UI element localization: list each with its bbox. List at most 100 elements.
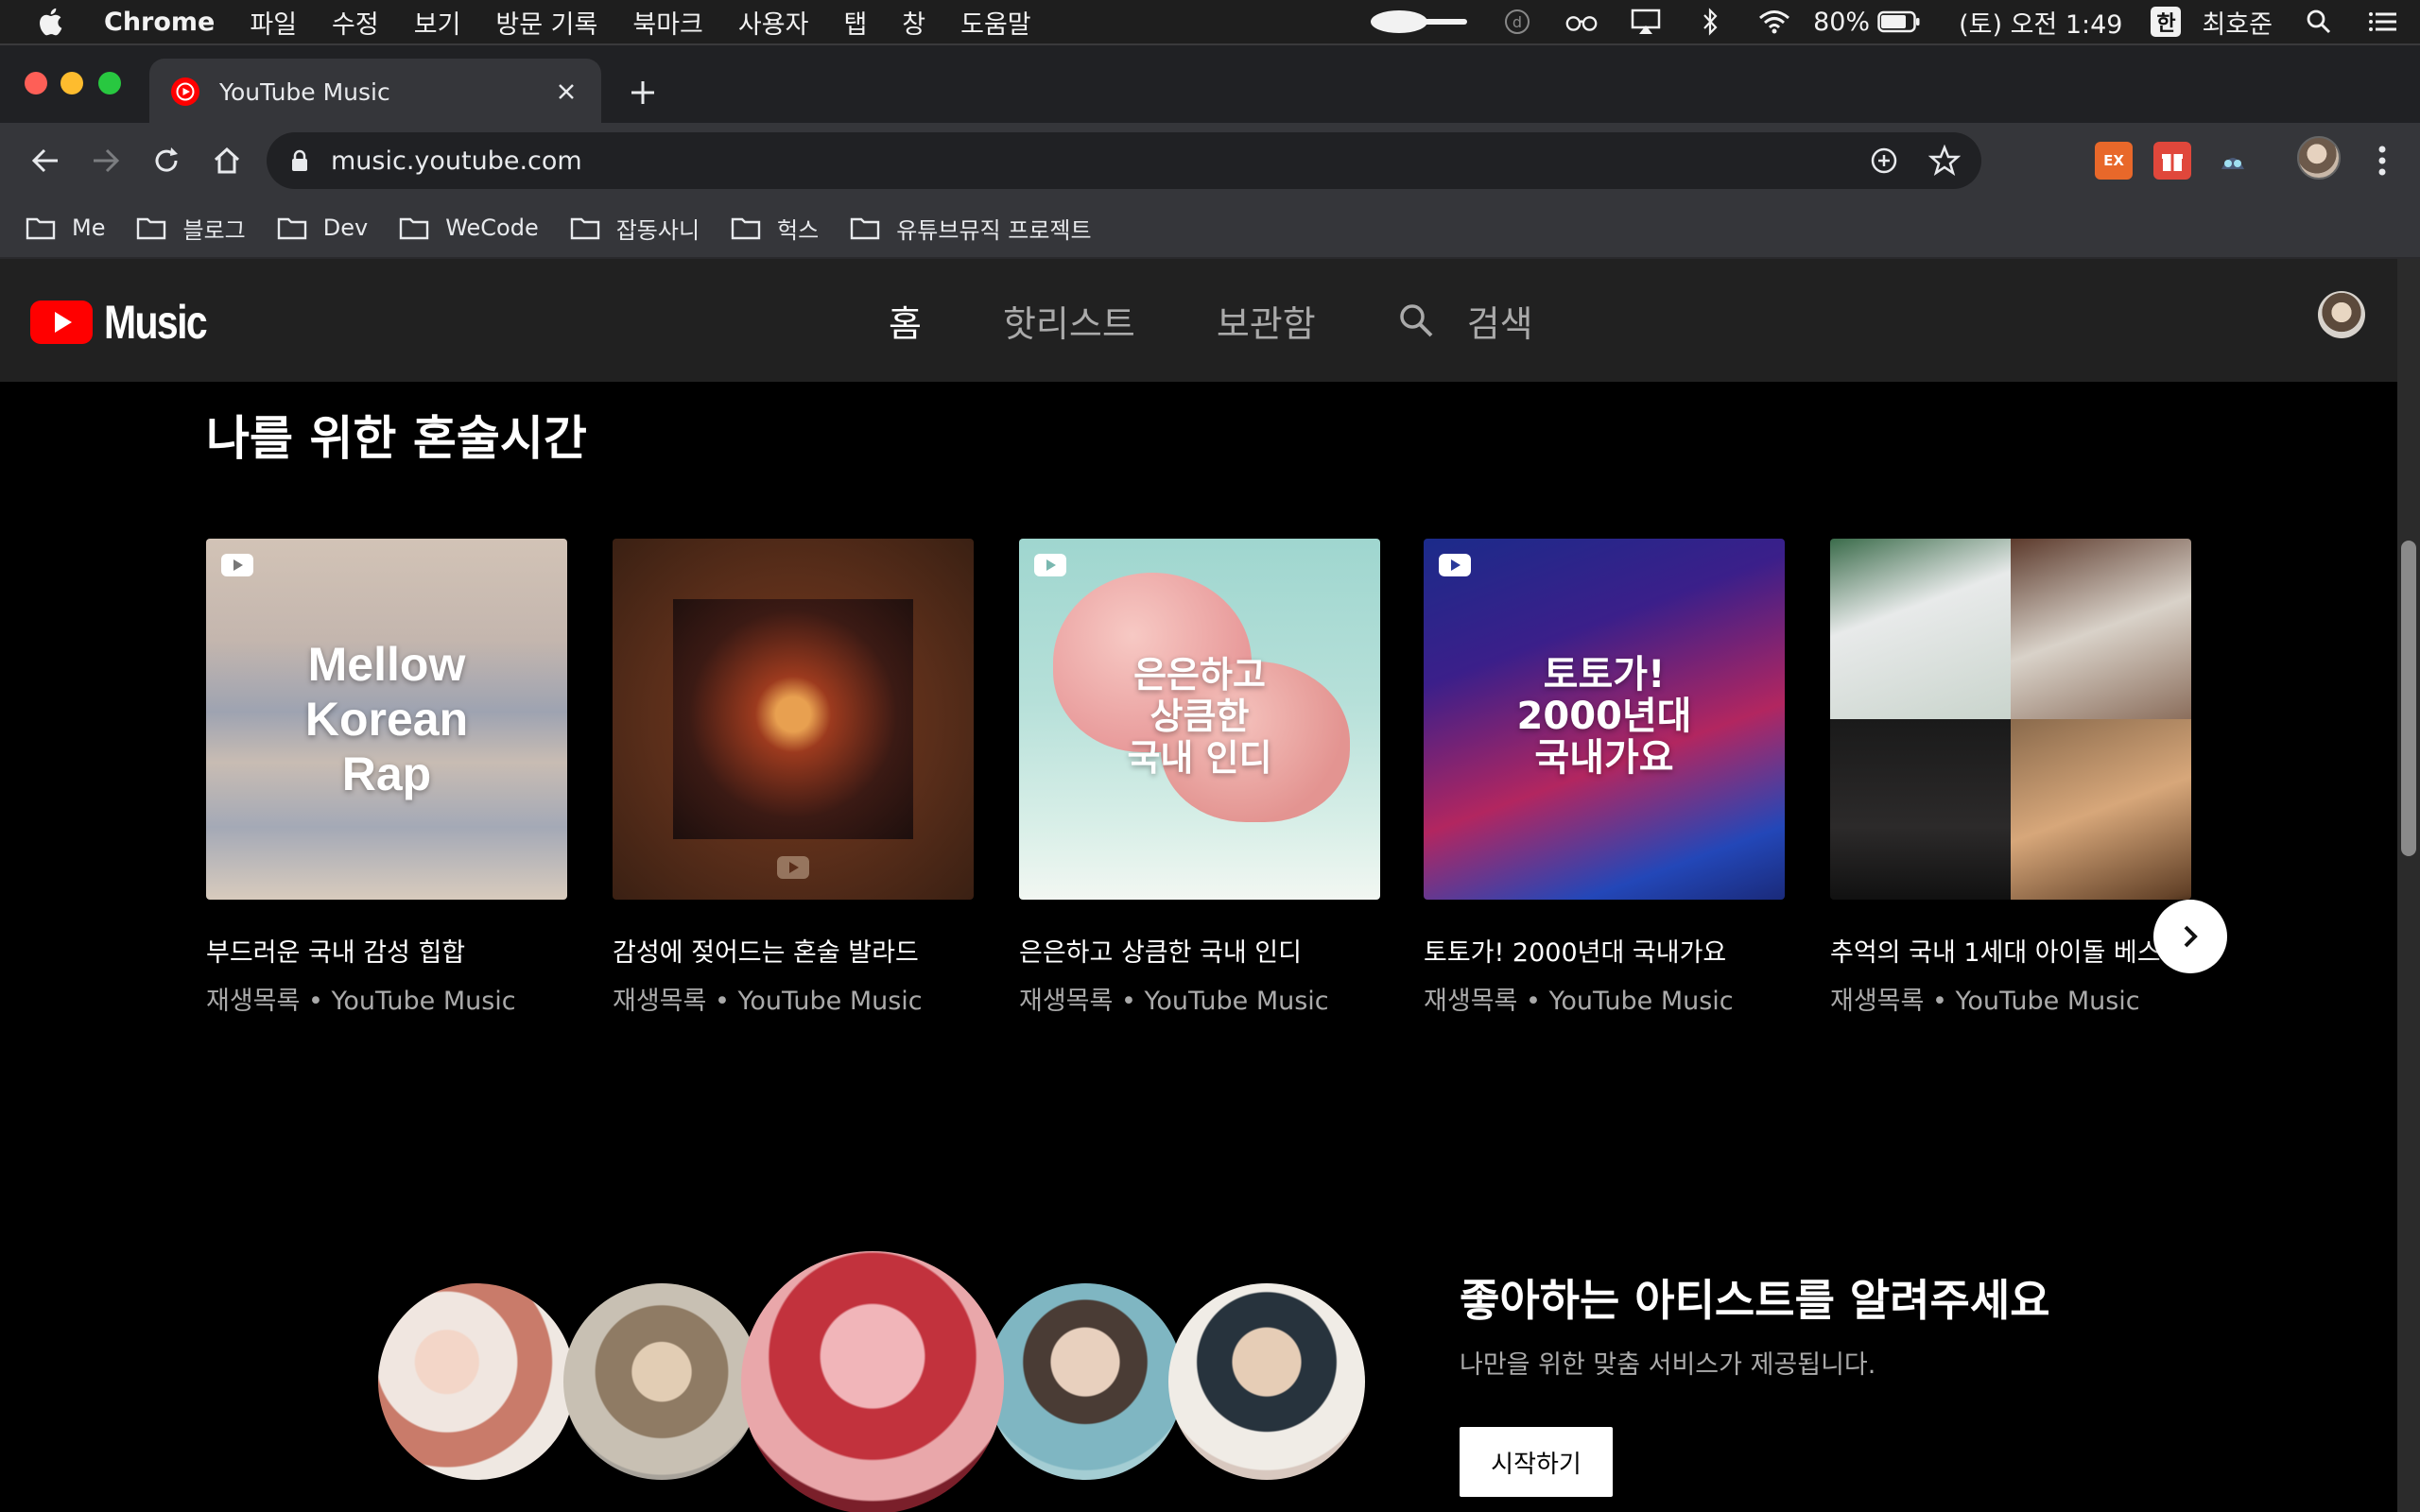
scrollbar-thumb[interactable] (2401, 541, 2416, 856)
bookmark[interactable]: 유튜브뮤직 프로젝트 (849, 212, 1092, 245)
window-minimize-button[interactable] (60, 72, 83, 94)
album-cover (1830, 719, 2011, 900)
url-text[interactable]: music.youtube.com (331, 146, 1840, 176)
chrome-window: YouTube Music music.youtube.com EX Me 블로… (0, 43, 2420, 1512)
artist-photo (987, 1283, 1184, 1480)
menu-window[interactable]: 창 (902, 4, 925, 41)
window-zoom-button[interactable] (98, 72, 121, 94)
playlist-card[interactable]: 감성에 젖어드는 혼술 발라드 재생목록 • YouTube Music (613, 539, 974, 1017)
menu-history[interactable]: 방문 기록 (495, 4, 597, 41)
folder-icon (731, 217, 761, 240)
bookmark[interactable]: 잡동사니 (569, 212, 700, 245)
bookmark[interactable]: Dev (276, 214, 368, 242)
playlist-title[interactable]: 부드러운 국내 감성 힙합 (206, 932, 567, 969)
window-close-button[interactable] (25, 72, 47, 94)
airplay-icon[interactable] (1628, 8, 1664, 36)
tab-youtube-music[interactable]: YouTube Music (149, 59, 601, 125)
carousel-next-button[interactable] (2153, 900, 2227, 973)
album-cover (2011, 539, 2191, 719)
overlay-line: Rap (341, 747, 432, 800)
playlist-thumbnail[interactable]: Mellow Korean Rap (206, 539, 567, 900)
notification-center-icon[interactable] (2365, 8, 2401, 36)
menu-tab[interactable]: 탭 (843, 4, 867, 41)
playlist-thumbnail[interactable]: 토토가! 2000년대 국내가요 (1424, 539, 1785, 900)
extension-gift-icon[interactable] (2153, 142, 2191, 180)
svg-text:d: d (1512, 13, 1522, 31)
bookmark[interactable]: Me (25, 214, 105, 242)
extension-ex-icon[interactable]: EX (2095, 142, 2133, 180)
bookmark[interactable]: 블로그 (135, 212, 246, 245)
extension-owl-icon[interactable] (2214, 142, 2252, 180)
youtube-badge-icon (221, 554, 253, 576)
menu-view[interactable]: 보기 (414, 4, 461, 41)
clock[interactable]: (토) 오전 1:49 (1959, 4, 2122, 41)
playlist-card[interactable]: Mellow Korean Rap 부드러운 국내 감성 힙합 재생목록 • You… (206, 539, 567, 1017)
install-app-icon[interactable] (1868, 145, 1900, 177)
back-button[interactable] (25, 140, 66, 181)
current-user[interactable]: 최호준 (2202, 4, 2273, 41)
playlist-card[interactable]: 추억의 국내 1세대 아이돌 베스트 재생목록 • YouTube Music (1830, 539, 2191, 1017)
bookmark-label: 블로그 (182, 216, 246, 244)
bookmark-star-icon[interactable] (1928, 145, 1961, 177)
menu-help[interactable]: 도움말 (960, 4, 1031, 41)
search-icon (1399, 304, 1433, 337)
overlay-line: 토토가! (1543, 653, 1666, 696)
thumbnail-overlay-text: 토토가! 2000년대 국내가요 (1424, 654, 1785, 779)
nav-home[interactable]: 홈 (889, 295, 922, 347)
nav-library[interactable]: 보관함 (1217, 295, 1316, 347)
battery-percent: 80% (1813, 7, 1871, 37)
battery-icon[interactable] (1877, 10, 1921, 33)
youtube-music-favicon (171, 77, 199, 106)
chrome-profile-avatar[interactable] (2297, 136, 2341, 180)
menu-file[interactable]: 파일 (250, 4, 297, 41)
tab-close-icon[interactable] (552, 77, 580, 106)
bluetooth-icon[interactable] (1692, 8, 1728, 36)
playlist-thumbnail[interactable] (613, 539, 974, 900)
ytm-logo[interactable]: Music (30, 295, 229, 350)
bookmark-label: WeCode (445, 215, 539, 241)
tab-title: YouTube Music (219, 77, 390, 106)
cloud-status-icon[interactable] (1367, 8, 1471, 36)
spotlight-search-icon[interactable] (2301, 8, 2337, 36)
menu-people[interactable]: 사용자 (738, 4, 809, 41)
playlist-card[interactable]: 토토가! 2000년대 국내가요 토토가! 2000년대 국내가요 재생목록 • Y… (1424, 539, 1785, 1017)
new-tab-icon[interactable] (624, 74, 662, 112)
playlist-title[interactable]: 토토가! 2000년대 국내가요 (1424, 932, 1785, 969)
logo-text: Music (104, 296, 208, 349)
forward-button[interactable] (85, 140, 127, 181)
ytm-account-avatar[interactable] (2318, 291, 2365, 338)
tab-strip: YouTube Music (0, 43, 2420, 125)
ytm-header: Music 홈 핫리스트 보관함 검색 (0, 259, 2397, 382)
playlist-thumbnail[interactable] (1830, 539, 2191, 900)
lock-icon[interactable] (287, 148, 312, 173)
playlist-title[interactable]: 추억의 국내 1세대 아이돌 베스트 (1830, 932, 2191, 969)
dictionary-icon[interactable]: d (1499, 8, 1535, 36)
thumbnail-photo (673, 599, 913, 839)
wifi-icon[interactable] (1756, 8, 1792, 36)
menu-app-name[interactable]: Chrome (104, 8, 215, 37)
start-button[interactable]: 시작하기 (1460, 1427, 1613, 1497)
apple-icon[interactable] (36, 6, 68, 38)
youtube-badge-icon (1439, 554, 1471, 576)
bookmark[interactable]: 헉스 (730, 212, 819, 245)
artist-photo (378, 1283, 575, 1480)
menu-bookmarks[interactable]: 북마크 (632, 4, 703, 41)
nav-hotlist[interactable]: 핫리스트 (1003, 295, 1135, 347)
bookmark[interactable]: WeCode (398, 214, 539, 242)
thumbnail-overlay-text: Mellow Korean Rap (206, 637, 567, 801)
reader-glasses-icon[interactable] (1564, 8, 1599, 36)
playlist-card[interactable]: 은은하고 상큼한 국내 인디 은은하고 상큼한 국내 인디 재생목록 • YouTu… (1019, 539, 1380, 1017)
input-source-badge[interactable]: 한 (2151, 7, 2182, 37)
home-button[interactable] (206, 140, 248, 181)
home-icon (214, 146, 240, 174)
address-bar[interactable]: music.youtube.com (267, 132, 1981, 189)
playlist-subtitle: 재생목록 • YouTube Music (206, 987, 516, 1016)
playlist-title[interactable]: 감성에 젖어드는 혼술 발라드 (613, 932, 974, 969)
page-scrollbar[interactable] (2397, 259, 2420, 1512)
menu-edit[interactable]: 수정 (332, 4, 379, 41)
chrome-menu-icon[interactable] (2363, 140, 2401, 181)
playlist-thumbnail[interactable]: 은은하고 상큼한 국내 인디 (1019, 539, 1380, 900)
playlist-title[interactable]: 은은하고 상큼한 국내 인디 (1019, 932, 1380, 969)
nav-search[interactable]: 검색 (1397, 295, 1533, 347)
reload-button[interactable] (146, 140, 187, 181)
